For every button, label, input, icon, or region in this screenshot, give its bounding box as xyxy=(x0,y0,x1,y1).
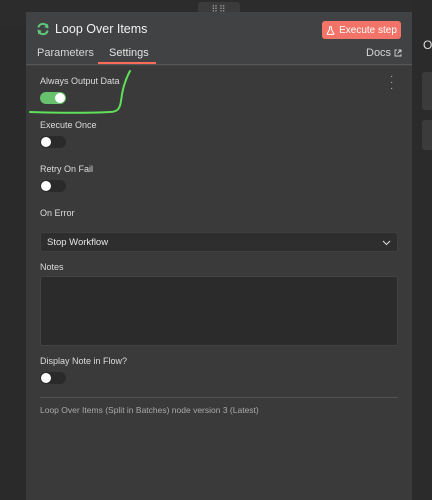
on-error-value: Stop Workflow xyxy=(47,237,109,248)
chevron-down-icon xyxy=(382,240,391,246)
on-error-label: On Error xyxy=(40,208,75,218)
node-settings-panel: Loop Over Items Execute step Parameters … xyxy=(26,12,412,500)
refresh-icon xyxy=(37,22,49,36)
canvas-background-left xyxy=(0,28,26,500)
always-output-data-label: Always Output Data xyxy=(40,76,120,86)
external-link-icon xyxy=(394,49,402,57)
background-block xyxy=(422,72,432,110)
retry-on-fail-label: Retry On Fail xyxy=(40,164,94,174)
on-error-select[interactable]: Stop Workflow xyxy=(40,232,398,252)
flask-icon xyxy=(326,25,335,35)
toggle-knob xyxy=(41,373,51,383)
display-note-label: Display Note in Flow? xyxy=(40,356,128,366)
toggle-knob xyxy=(41,137,51,147)
node-title: Loop Over Items xyxy=(55,22,148,36)
background-block xyxy=(422,120,432,150)
execute-step-button[interactable]: Execute step xyxy=(322,21,401,39)
tab-bar: Parameters Settings Docs xyxy=(26,45,412,65)
docs-link[interactable]: Docs xyxy=(366,47,402,59)
notes-textarea[interactable] xyxy=(40,276,398,346)
always-output-data-toggle[interactable] xyxy=(40,92,66,104)
retry-on-fail-toggle[interactable] xyxy=(40,180,66,192)
toggle-knob xyxy=(41,181,51,191)
execute-once-toggle[interactable] xyxy=(40,136,66,148)
divider xyxy=(40,397,398,398)
background-panel-letter: O xyxy=(423,38,432,52)
tab-parameters[interactable]: Parameters xyxy=(37,47,94,59)
display-note-toggle[interactable] xyxy=(40,372,66,384)
panel-header: Loop Over Items Execute step Parameters … xyxy=(26,12,412,65)
execute-step-label: Execute step xyxy=(339,24,397,36)
notes-label: Notes xyxy=(40,262,64,272)
more-options-icon[interactable]: · · · xyxy=(390,72,393,94)
node-version-note: Loop Over Items (Split in Batches) node … xyxy=(40,405,259,415)
toggle-knob xyxy=(55,93,65,103)
execute-once-label: Execute Once xyxy=(40,120,97,130)
settings-body: · · · Always Output Data Execute Once Retr… xyxy=(26,66,412,500)
docs-label: Docs xyxy=(366,47,392,59)
active-tab-indicator xyxy=(98,62,156,64)
tab-settings[interactable]: Settings xyxy=(109,47,149,59)
